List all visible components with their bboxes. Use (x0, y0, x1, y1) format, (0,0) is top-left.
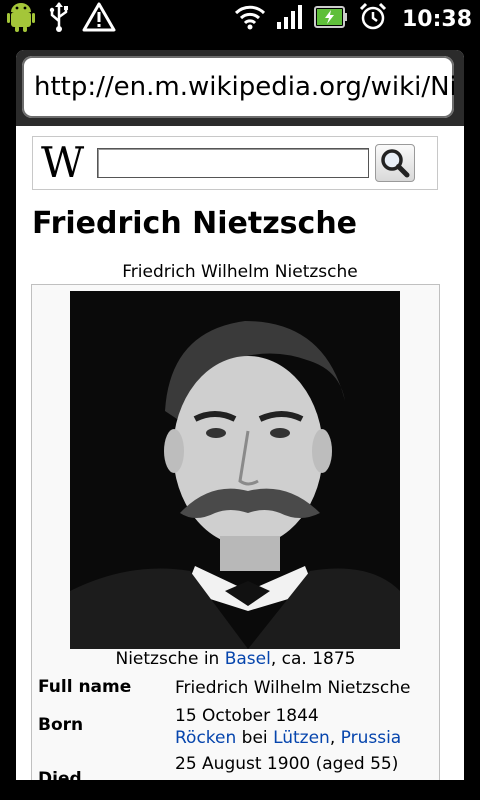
search-button[interactable] (375, 144, 415, 182)
died-label: Died (38, 769, 82, 780)
web-page[interactable]: W Friedrich Nietzsche Friedrich Wilhelm … (16, 126, 464, 780)
wifi-icon (234, 3, 266, 35)
browser-window: http://en.m.wikipedia.org/wiki/Nie W Fri… (16, 50, 464, 780)
status-bar: 10:38 (0, 0, 480, 38)
battery-charging-icon (313, 6, 348, 32)
infobox-title: Friedrich Wilhelm Nietzsche (122, 262, 358, 282)
wikipedia-logo[interactable]: W (41, 141, 84, 185)
born-place-sep: bei (236, 728, 274, 748)
clock-time: 10:38 (401, 6, 472, 32)
android-debug-icon (6, 1, 36, 37)
page-title: Friedrich Nietzsche (32, 206, 358, 241)
signal-icon (276, 4, 304, 34)
usb-icon (48, 1, 70, 37)
basel-link[interactable]: Basel (225, 649, 271, 669)
born-value: 15 October 1844 Röcken bei Lützen, Pruss… (175, 705, 401, 749)
search-input[interactable] (97, 148, 369, 178)
caption-suffix: , ca. 1875 (270, 649, 356, 669)
born-date: 15 October 1844 (175, 706, 319, 726)
alarm-icon (358, 2, 388, 36)
image-caption: Nietzsche in Basel, ca. 1875 (32, 649, 439, 669)
url-bar-container: http://en.m.wikipedia.org/wiki/Nie (16, 50, 464, 128)
died-value: 25 August 1900 (aged 55) (175, 754, 399, 774)
lutzen-link[interactable]: Lützen (273, 728, 330, 748)
caption-prefix: Nietzsche in (115, 649, 225, 669)
rocken-link[interactable]: Röcken (175, 728, 236, 748)
portrait-photo[interactable] (70, 291, 400, 649)
url-text[interactable]: http://en.m.wikipedia.org/wiki/Nie (34, 72, 454, 102)
born-label: Born (38, 715, 84, 735)
full-name-label: Full name (38, 677, 132, 697)
prussia-link[interactable]: Prussia (341, 728, 402, 748)
full-name-value: Friedrich Wilhelm Nietzsche (175, 678, 411, 698)
warning-icon (82, 1, 116, 37)
url-bar[interactable]: http://en.m.wikipedia.org/wiki/Nie (22, 56, 454, 118)
search-icon (381, 149, 410, 178)
born-place: Röcken bei Lützen, Prussia (175, 727, 401, 749)
born-place-comma: , (329, 728, 341, 748)
portrait-image (70, 291, 400, 649)
wikipedia-search-bar: W (32, 136, 438, 190)
infobox: Nietzsche in Basel, ca. 1875 Full name F… (31, 284, 440, 780)
